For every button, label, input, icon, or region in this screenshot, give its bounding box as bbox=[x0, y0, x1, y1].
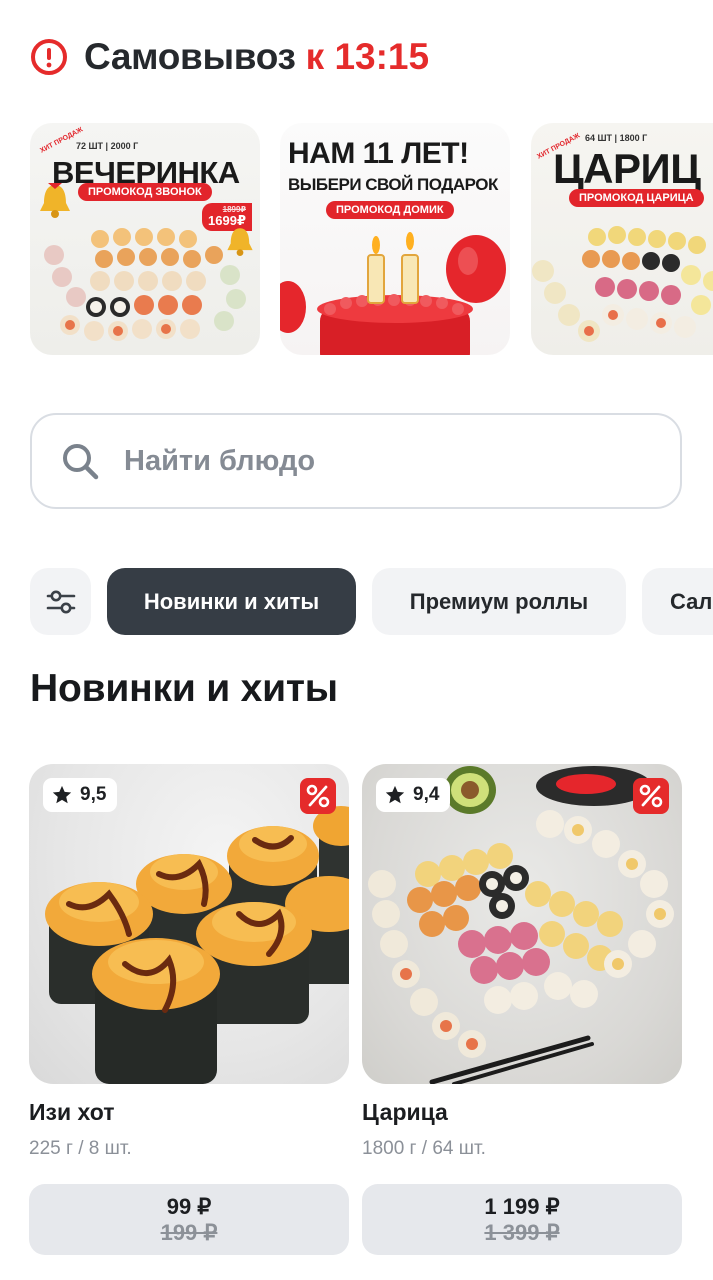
product-old-price: 1 399 ₽ bbox=[484, 1219, 560, 1245]
product-name: Царица bbox=[362, 1099, 448, 1125]
star-icon bbox=[385, 785, 405, 804]
percent-icon bbox=[639, 784, 663, 808]
story-meta: 64 ШТ | 1800 Г bbox=[585, 133, 648, 143]
rating-badge: 9,4 bbox=[376, 778, 451, 812]
product-image[interactable]: 9,4 bbox=[362, 764, 682, 1084]
product-name: Изи хот bbox=[29, 1099, 115, 1125]
discount-badge bbox=[300, 778, 336, 814]
pickup-label: Самовывоз bbox=[84, 36, 296, 77]
story-card-party[interactable]: ХИТ ПРОДАЖ 72 ШТ | 2000 Г ВЕЧЕРИНКА ПРОМ… bbox=[30, 123, 260, 355]
product-image[interactable]: 9,5 bbox=[29, 764, 349, 1084]
percent-icon bbox=[306, 784, 330, 808]
info-icon bbox=[31, 39, 67, 75]
product-card-izi-hot[interactable]: 9,5 Изи хот 225 г / 8 шт. 99 ₽ 199 ₽ bbox=[29, 764, 349, 1255]
product-card-tsaritsa[interactable]: 9,4 Царица 1800 г / 64 шт. 1 199 ₽ 1 399… bbox=[362, 764, 682, 1255]
star-icon bbox=[52, 785, 72, 804]
story-headline: НАМ 11 ЛЕТ! bbox=[288, 137, 469, 170]
rating-value: 9,5 bbox=[80, 784, 107, 805]
category-chip-premium-rolls[interactable]: Премиум роллы bbox=[372, 568, 626, 635]
filter-button[interactable] bbox=[30, 568, 91, 635]
category-chip-salads[interactable]: Сал bbox=[642, 568, 713, 635]
category-chips: Новинки и хиты Премиум роллы Сал bbox=[30, 568, 713, 635]
search-icon bbox=[63, 444, 99, 480]
rating-badge: 9,5 bbox=[43, 778, 118, 812]
product-price: 99 ₽ bbox=[166, 1194, 212, 1220]
category-chip-new-hits[interactable]: Новинки и хиты bbox=[107, 568, 356, 635]
discount-badge bbox=[633, 778, 669, 814]
product-weight: 1800 г / 64 шт. bbox=[362, 1138, 486, 1159]
story-promo: ПРОМОКОД ЦАРИЦА bbox=[569, 189, 704, 207]
sliders-icon bbox=[46, 590, 75, 613]
story-meta: 72 ШТ | 2000 Г bbox=[76, 141, 139, 151]
sushi-set-image bbox=[44, 228, 246, 341]
pickup-header[interactable]: Самовывоз к 13:15 bbox=[30, 34, 429, 80]
product-old-price: 199 ₽ bbox=[160, 1219, 218, 1245]
product-weight: 225 г / 8 шт. bbox=[29, 1138, 132, 1159]
story-headline: ЦАРИЦ bbox=[553, 145, 701, 192]
bell-icon bbox=[40, 183, 70, 218]
search-bar[interactable] bbox=[30, 413, 682, 509]
sushi-set-image bbox=[532, 226, 713, 342]
story-card-tsaritsa[interactable]: ХИТ ПРОДАЖ 64 ШТ | 1800 Г ЦАРИЦ ПРОМОКОД… bbox=[531, 123, 713, 355]
search-input[interactable] bbox=[122, 443, 606, 479]
product-price: 1 199 ₽ bbox=[484, 1194, 560, 1220]
promo-stories: ХИТ ПРОДАЖ 72 ШТ | 2000 Г ВЕЧЕРИНКА ПРОМ… bbox=[0, 123, 713, 358]
story-promo: ПРОМОКОД ЗВОНОК bbox=[78, 183, 212, 201]
birthday-cake-image bbox=[280, 232, 506, 355]
section-title: Новинки и хиты bbox=[30, 667, 338, 710]
story-promo: ПРОМОКОД ДОМИК bbox=[326, 201, 454, 219]
story-subline: ВЫБЕРИ СВОЙ ПОДАРОК bbox=[288, 175, 498, 194]
add-to-cart-button[interactable]: 1 199 ₽ 1 399 ₽ bbox=[362, 1184, 682, 1255]
add-to-cart-button[interactable]: 99 ₽ 199 ₽ bbox=[29, 1184, 349, 1255]
pickup-time: к 13:15 bbox=[305, 36, 430, 77]
rating-value: 9,4 bbox=[413, 784, 440, 805]
story-card-anniversary[interactable]: НАМ 11 ЛЕТ! ВЫБЕРИ СВОЙ ПОДАРОК ПРОМОКОД… bbox=[280, 123, 510, 355]
